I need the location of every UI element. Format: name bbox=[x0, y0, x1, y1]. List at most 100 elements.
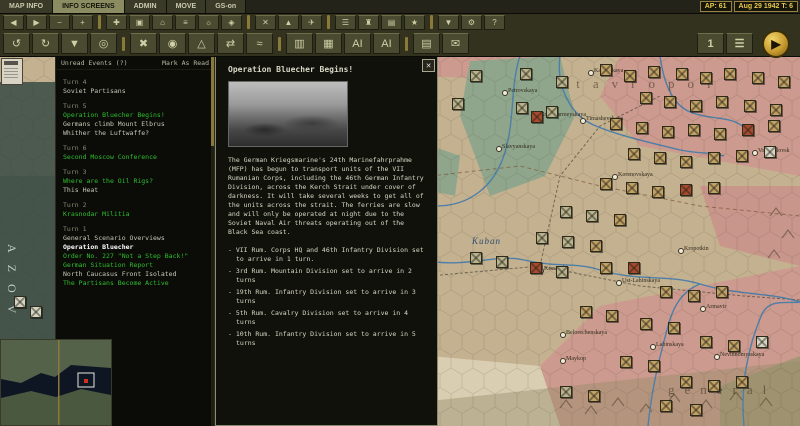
unread-events-label[interactable]: Unread Events (?) bbox=[61, 59, 128, 67]
unit-counter[interactable] bbox=[624, 70, 636, 82]
prev-unit-icon[interactable]: ↺ bbox=[3, 33, 30, 54]
unit-counter[interactable] bbox=[708, 182, 720, 194]
event-item-general-scenario-overviews[interactable]: General Scenario Overviews bbox=[63, 234, 210, 243]
show-weather-icon[interactable]: ☼ bbox=[198, 15, 219, 30]
ai-plan-icon[interactable]: AI bbox=[373, 33, 400, 54]
unit-counter[interactable] bbox=[700, 72, 712, 84]
scroll-right-icon[interactable]: ▶ bbox=[26, 15, 47, 30]
unit-counter[interactable] bbox=[654, 152, 666, 164]
unit-counter[interactable] bbox=[778, 76, 790, 88]
next-unit-icon[interactable]: ↻ bbox=[32, 33, 59, 54]
unit-counter[interactable] bbox=[728, 340, 740, 352]
jump-stack-icon[interactable]: ▼ bbox=[61, 33, 88, 54]
event-item-this-heat[interactable]: This Heat bbox=[63, 186, 210, 195]
help-icon[interactable]: ? bbox=[484, 15, 505, 30]
menu-tab-move[interactable]: MOVE bbox=[167, 0, 207, 13]
unit-counter[interactable] bbox=[530, 262, 542, 274]
unit-counter[interactable] bbox=[668, 322, 680, 334]
show-units-icon[interactable]: ▣ bbox=[129, 15, 150, 30]
unit-counter[interactable] bbox=[744, 100, 756, 112]
unit-counter[interactable] bbox=[764, 146, 776, 158]
unit-counter[interactable] bbox=[676, 68, 688, 80]
event-item-germans-climb-mount-elbrus[interactable]: Germans climb Mount Elbrus bbox=[63, 120, 210, 129]
unit-counter[interactable] bbox=[640, 92, 652, 104]
unit-counter[interactable] bbox=[690, 100, 702, 112]
event-item-where-are-the-oil-rigs[interactable]: Where are the Oil Rigs? bbox=[63, 177, 210, 186]
unit-counter[interactable] bbox=[560, 206, 572, 218]
event-item-operation-bluecher-begins[interactable]: Operation Bluecher Begins! bbox=[63, 111, 210, 120]
counter-mode-toggle[interactable]: 1 bbox=[697, 33, 724, 54]
unit-counter[interactable] bbox=[690, 404, 702, 416]
unit-counter[interactable] bbox=[742, 124, 754, 136]
save-game-icon[interactable]: ▼ bbox=[438, 15, 459, 30]
unit-counter[interactable] bbox=[516, 102, 528, 114]
show-supply-icon[interactable]: ◈ bbox=[221, 15, 242, 30]
unit-counter[interactable] bbox=[768, 120, 780, 132]
unit-counter[interactable] bbox=[700, 336, 712, 348]
interdiction-icon[interactable]: △ bbox=[188, 33, 215, 54]
unit-counter[interactable] bbox=[556, 266, 568, 278]
unit-counter[interactable] bbox=[536, 232, 548, 244]
mark-as-read-button[interactable]: Mark As Read bbox=[162, 59, 209, 67]
unit-counter[interactable] bbox=[610, 118, 622, 130]
newspaper-event-icon[interactable] bbox=[1, 58, 23, 85]
preferences-icon[interactable]: ⚙ bbox=[461, 15, 482, 30]
unit-counter[interactable] bbox=[600, 64, 612, 76]
zoom-out-icon[interactable]: − bbox=[49, 15, 70, 30]
unit-counter[interactable] bbox=[580, 306, 592, 318]
unit-counter[interactable] bbox=[606, 310, 618, 322]
unit-counter[interactable] bbox=[520, 68, 532, 80]
unit-counter[interactable] bbox=[14, 296, 26, 308]
ferry-icon[interactable]: ≈ bbox=[246, 33, 273, 54]
unit-counter[interactable] bbox=[614, 214, 626, 226]
events-scrollbar[interactable] bbox=[211, 56, 214, 426]
event-item-krasnodar-militia[interactable]: Krasnodar Militia bbox=[63, 210, 210, 219]
unit-counter[interactable] bbox=[716, 96, 728, 108]
unit-counter[interactable] bbox=[546, 106, 558, 118]
unit-counter[interactable] bbox=[680, 184, 692, 196]
unit-counter[interactable] bbox=[680, 376, 692, 388]
air-mode-icon[interactable]: ✈ bbox=[301, 15, 322, 30]
unit-counter[interactable] bbox=[662, 126, 674, 138]
unit-counter[interactable] bbox=[688, 124, 700, 136]
unit-counter[interactable] bbox=[586, 210, 598, 222]
unit-counter[interactable] bbox=[716, 286, 728, 298]
show-rail-icon[interactable]: ≡ bbox=[175, 15, 196, 30]
unit-counter[interactable] bbox=[708, 152, 720, 164]
next-turn-button[interactable]: ▶ bbox=[762, 30, 790, 58]
unit-counter[interactable] bbox=[708, 380, 720, 392]
close-icon[interactable]: ✕ bbox=[422, 59, 435, 72]
victory-icon[interactable]: ★ bbox=[404, 15, 425, 30]
menu-tab-admin[interactable]: ADMIN bbox=[125, 0, 167, 13]
minimap[interactable] bbox=[0, 339, 112, 426]
unit-counter[interactable] bbox=[652, 186, 664, 198]
turn-summary-icon[interactable]: ▤ bbox=[413, 33, 440, 54]
show-forts-icon[interactable]: ⌂ bbox=[152, 15, 173, 30]
event-item-second-moscow-conference[interactable]: Second Moscow Conference bbox=[63, 153, 210, 162]
event-item-the-partisans-become-active[interactable]: The Partisans Become Active bbox=[63, 279, 210, 288]
unit-counter[interactable] bbox=[724, 68, 736, 80]
ground-attack-icon[interactable]: ✖ bbox=[130, 33, 157, 54]
event-item-german-situation-report[interactable]: German Situation Report bbox=[63, 261, 210, 270]
ai-move-icon[interactable]: AI bbox=[344, 33, 371, 54]
unit-counter[interactable] bbox=[648, 66, 660, 78]
event-item-whither-the-luftwaffe[interactable]: Whither the Luftwaffe? bbox=[63, 129, 210, 138]
unit-counter[interactable] bbox=[714, 128, 726, 140]
event-item-operation-bluecher[interactable]: Operation Bluecher bbox=[63, 243, 210, 252]
event-item-soviet-partisans[interactable]: Soviet Partisans bbox=[63, 87, 210, 96]
unit-counter[interactable] bbox=[562, 236, 574, 248]
unit-counter[interactable] bbox=[770, 104, 782, 116]
event-item-order-no-227-not-a-step-back[interactable]: Order No. 227 "Not a Step Back!" bbox=[63, 252, 210, 261]
unit-counter[interactable] bbox=[660, 286, 672, 298]
scroll-left-icon[interactable]: ◀ bbox=[3, 15, 24, 30]
event-item-north-caucasus-front-isolated[interactable]: North Caucasus Front Isolated bbox=[63, 270, 210, 279]
zoom-in-icon[interactable]: + bbox=[72, 15, 93, 30]
production-icon[interactable]: ▤ bbox=[381, 15, 402, 30]
unit-counter[interactable] bbox=[588, 390, 600, 402]
unit-counter[interactable] bbox=[452, 98, 464, 110]
unit-counter[interactable] bbox=[626, 182, 638, 194]
unit-counter[interactable] bbox=[636, 122, 648, 134]
unit-counter[interactable] bbox=[680, 156, 692, 168]
commanders-report-icon[interactable]: ☰ bbox=[335, 15, 356, 30]
unit-counter[interactable] bbox=[628, 262, 640, 274]
